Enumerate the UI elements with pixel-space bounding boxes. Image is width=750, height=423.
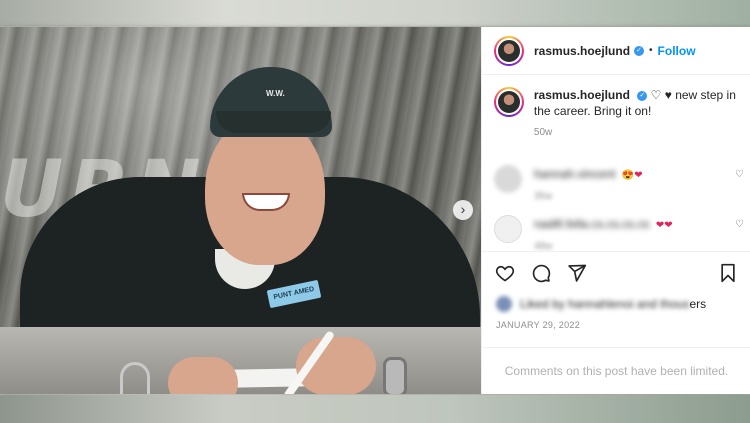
author-avatar[interactable] <box>494 35 524 66</box>
commenter-avatar[interactable] <box>494 165 522 193</box>
comment-item: nadifi.fella.cs.cs.cs.cs ❤❤ 48w ♡ <box>482 205 750 255</box>
heart-emoji-icon: 😍❤ <box>621 170 643 181</box>
caption-time[interactable]: 50w <box>534 125 738 141</box>
heart-outline-icon[interactable]: ♡ <box>735 169 744 180</box>
post-caption: rasmus.hoejlund ✓ ♡ ♥ new step in the ca… <box>482 75 750 141</box>
caption-avatar[interactable] <box>494 87 524 117</box>
comment-item: hannah.vincent 😍❤ 35w ♡ <box>482 155 750 205</box>
post-sidebar: rasmus.hoejlund ✓ • Follow rasmus.hoejlu… <box>481 27 750 394</box>
chevron-right-icon[interactable]: › <box>453 200 473 220</box>
left-hand <box>168 357 238 394</box>
cap-logo: W.W. <box>266 89 285 98</box>
heart-outline-icon[interactable]: ♡ <box>735 219 744 230</box>
verified-badge-icon: ✓ <box>637 90 648 101</box>
black-heart-icon: ♥ <box>664 88 672 102</box>
bookmark-icon[interactable] <box>717 262 739 284</box>
cap-brim <box>216 111 331 133</box>
comment-text: nadifi.fella.cs.cs.cs.cs <box>534 217 650 231</box>
background-frame-top <box>0 0 750 26</box>
follow-button[interactable]: Follow <box>658 44 696 58</box>
caption-username[interactable]: rasmus.hoejlund <box>534 88 630 102</box>
likes-text-blurred: Liked by hannahlenoi and thous <box>520 297 690 311</box>
comment-time: 35w <box>534 191 553 202</box>
comments-limited-notice: Comments on this post have been limited. <box>482 347 750 394</box>
heart-emoji-icon: ❤❤ <box>655 220 673 231</box>
header-separator: • <box>649 45 653 56</box>
bracelet <box>120 362 150 394</box>
comment-text: hannah.vincent <box>534 167 616 181</box>
heart-outline-icon[interactable] <box>494 262 516 284</box>
verified-badge-icon: ✓ <box>634 45 645 56</box>
liker-avatar <box>496 296 512 312</box>
author-username[interactable]: rasmus.hoejlund <box>534 44 630 58</box>
instagram-post: URN W.W. PUNT AMED › rasmus.hoejlund ✓ •… <box>0 27 750 394</box>
action-bar <box>482 252 750 290</box>
send-icon[interactable] <box>566 262 588 284</box>
wristwatch <box>383 357 407 394</box>
comment-icon[interactable] <box>530 262 552 284</box>
likes-text-tail: ers <box>689 297 707 311</box>
commenter-avatar[interactable] <box>494 215 522 243</box>
white-heart-icon: ♡ <box>650 88 662 102</box>
likes-summary[interactable]: Liked by hannahlenoi and thous ers <box>482 290 750 312</box>
post-photo[interactable]: URN W.W. PUNT AMED › <box>0 27 481 394</box>
post-actions-section: Liked by hannahlenoi and thous ers JANUAR… <box>482 251 750 330</box>
post-date[interactable]: JANUARY 29, 2022 <box>482 312 750 330</box>
post-header: rasmus.hoejlund ✓ • Follow <box>482 27 750 75</box>
background-frame-bottom <box>0 395 750 423</box>
person-face <box>205 115 325 265</box>
